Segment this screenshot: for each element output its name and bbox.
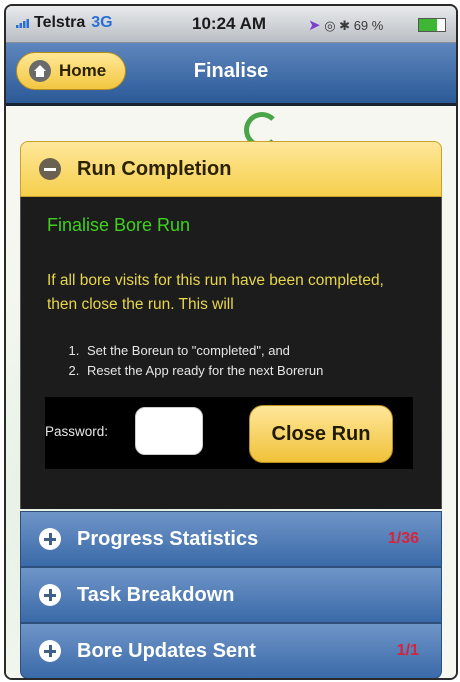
expand-icon [39, 584, 61, 606]
status-bar: Telstra 3G 10:24 AM ➤ ◎ ✱ 69 % [6, 6, 456, 43]
close-run-button[interactable]: Close Run [249, 405, 393, 463]
run-completion-title: Run Completion [77, 157, 232, 180]
nav-bar: Home Finalise [6, 43, 456, 106]
carrier-name: Telstra [34, 14, 86, 31]
run-completion-panel: Finalise Bore Run If all bore visits for… [20, 197, 442, 509]
password-label: Password: [45, 424, 109, 439]
battery-percent: 69 % [353, 18, 384, 33]
home-button[interactable]: Home [16, 52, 126, 90]
collapse-icon [39, 158, 61, 180]
section-title: Progress Statistics [77, 527, 259, 550]
progress-statistics-header[interactable]: Progress Statistics 1/36 [20, 511, 442, 567]
expand-icon [39, 640, 61, 662]
expand-icon [39, 528, 61, 550]
bore-updates-header[interactable]: Bore Updates Sent 1/1 [20, 623, 442, 678]
clock: 10:24 AM [192, 14, 267, 33]
phone-screen: Telstra 3G 10:24 AM ➤ ◎ ✱ 69 % Home Final… [4, 4, 458, 680]
signal-icon [16, 18, 29, 28]
task-breakdown-header[interactable]: Task Breakdown [20, 567, 442, 623]
finalise-description: If all bore visits for this run have bee… [47, 272, 384, 313]
alarm-icon: ◎ [324, 18, 336, 33]
page-title: Finalise [193, 60, 269, 82]
location-icon: ➤ [308, 17, 321, 34]
home-icon [29, 60, 51, 82]
password-field[interactable] [135, 407, 203, 455]
bluetooth-icon: ✱ [339, 18, 351, 33]
password-row: Password: Close Run [45, 397, 413, 469]
carrier-info: Telstra 3G [16, 14, 113, 32]
step-item: Set the Boreun to "completed", and [83, 341, 323, 361]
battery-icon [418, 18, 446, 32]
run-completion-header[interactable]: Run Completion [20, 141, 442, 197]
status-icons: ➤ ◎ ✱ 69 % [308, 16, 383, 34]
section-title: Task Breakdown [77, 583, 235, 606]
step-item: Reset the App ready for the next Borerun [83, 361, 323, 381]
updates-count: 1/1 [396, 642, 419, 659]
finalise-heading: Finalise Bore Run [47, 215, 191, 235]
steps-list: Set the Boreun to "completed", and Reset… [67, 341, 323, 381]
section-title: Bore Updates Sent [77, 639, 256, 662]
progress-count: 1/36 [387, 530, 419, 547]
home-button-label: Home [59, 61, 107, 80]
network-type: 3G [91, 14, 113, 31]
